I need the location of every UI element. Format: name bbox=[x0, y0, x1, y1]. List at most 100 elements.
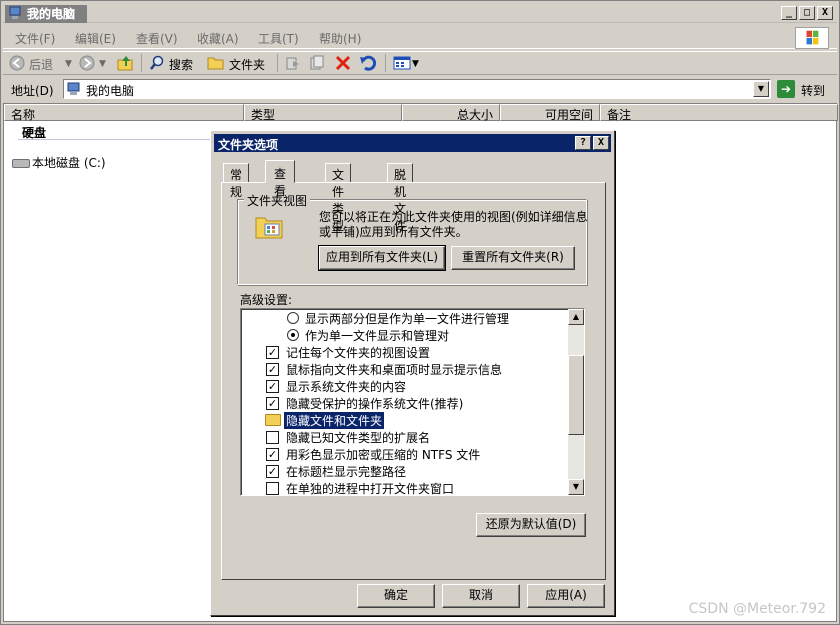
go-label: 转到 bbox=[801, 84, 826, 98]
up-folder-icon[interactable] bbox=[117, 54, 135, 72]
undo-icon[interactable] bbox=[359, 55, 377, 71]
menu-help[interactable]: 帮助(H) bbox=[319, 30, 361, 47]
views-dropdown-icon[interactable]: ▼ bbox=[412, 59, 419, 69]
checkbox[interactable]: ✓ bbox=[266, 380, 279, 393]
folders-button[interactable]: 文件夹 bbox=[229, 56, 265, 73]
checkbox[interactable] bbox=[266, 431, 279, 444]
restore-defaults-button[interactable]: 还原为默认值(D) bbox=[476, 513, 586, 537]
minimize-button[interactable]: _ bbox=[781, 6, 797, 20]
my-computer-icon bbox=[9, 6, 21, 19]
dialog-title-bar[interactable]: 文件夹选项 ? X bbox=[214, 134, 611, 152]
search-button[interactable]: 搜索 bbox=[169, 56, 193, 73]
back-button[interactable]: 后退 bbox=[29, 56, 53, 73]
checkbox[interactable]: ✓ bbox=[266, 448, 279, 461]
folder-options-dialog: 文件夹选项 ? X 常规 查看 文件类型 脱机文件 文件夹视图 您可以将正在为此… bbox=[210, 130, 615, 616]
back-dropdown-icon[interactable]: ▼ bbox=[65, 59, 72, 69]
dialog-close-button[interactable]: X bbox=[593, 136, 609, 150]
radio-button[interactable] bbox=[287, 329, 299, 341]
scroll-down-icon[interactable]: ▼ bbox=[568, 479, 584, 495]
view-tab-panel: 文件夹视图 您可以将正在为此文件夹使用的视图(例如详细信息或平铺)应用到所有文件… bbox=[221, 182, 606, 580]
my-computer-icon bbox=[67, 82, 80, 95]
help-button[interactable]: ? bbox=[575, 136, 591, 150]
toolbar-divider bbox=[385, 54, 386, 72]
list-item-label: 隐藏受保护的操作系统文件(推荐) bbox=[286, 397, 464, 411]
tab-offline-files[interactable]: 脱机文件 bbox=[387, 163, 414, 233]
scroll-thumb[interactable] bbox=[568, 355, 584, 435]
back-arrow-icon[interactable] bbox=[9, 55, 25, 71]
radio-button[interactable] bbox=[287, 312, 299, 324]
column-total-size[interactable]: 总大小 bbox=[402, 104, 500, 122]
checkbox[interactable] bbox=[266, 482, 279, 495]
windows-logo-icon bbox=[795, 27, 829, 49]
hard-drive-icon bbox=[12, 159, 30, 168]
views-icon[interactable] bbox=[393, 55, 411, 71]
ok-button[interactable]: 确定 bbox=[357, 584, 435, 608]
column-name[interactable]: 名称 bbox=[4, 104, 244, 122]
list-item-label: 隐藏文件和文件夹 bbox=[284, 412, 385, 429]
maximize-button[interactable]: □ bbox=[799, 6, 815, 20]
close-button[interactable]: X bbox=[817, 6, 833, 20]
column-comment[interactable]: 备注 bbox=[600, 104, 838, 122]
menu-bar: 文件(F) 编辑(E) 查看(V) 收藏(A) 工具(T) 帮助(H) bbox=[3, 25, 837, 49]
address-dropdown-icon[interactable]: ▼ bbox=[753, 81, 769, 97]
window-title: 我的电脑 bbox=[27, 7, 76, 21]
reset-all-folders-button[interactable]: 重置所有文件夹(R) bbox=[451, 246, 575, 270]
drive-item[interactable]: 本地磁盘 (C:) bbox=[12, 154, 106, 171]
folder-views-icon bbox=[255, 217, 283, 239]
vertical-scrollbar[interactable]: ▲ ▼ bbox=[568, 309, 584, 495]
cancel-button[interactable]: 取消 bbox=[442, 584, 520, 608]
address-label: 地址(D) bbox=[11, 84, 54, 98]
go-button[interactable]: ➔ 转到 bbox=[775, 79, 835, 99]
advanced-settings-label: 高级设置: bbox=[240, 293, 293, 307]
toolbar: 后退 ▼ ▼ 搜索 文件夹 ▼ bbox=[3, 51, 837, 75]
list-item-label: 作为单一文件显示和管理对 bbox=[305, 329, 450, 343]
menu-favorites[interactable]: 收藏(A) bbox=[197, 30, 239, 47]
tab-view[interactable]: 查看 bbox=[265, 160, 296, 198]
list-item-label: 在标题栏显示完整路径 bbox=[286, 465, 407, 479]
column-headers: 名称 类型 总大小 可用空间 备注 bbox=[4, 104, 838, 122]
list-item-label: 显示两部分但是作为单一文件进行管理 bbox=[305, 312, 510, 326]
checkbox[interactable]: ✓ bbox=[266, 346, 279, 359]
watermark: CSDN @Meteor.792 bbox=[688, 601, 826, 617]
address-bar: 地址(D) 我的电脑 ▼ ➔ 转到 bbox=[3, 77, 837, 101]
address-field[interactable]: 我的电脑 ▼ bbox=[63, 79, 771, 99]
checkbox[interactable]: ✓ bbox=[266, 465, 279, 478]
apply-to-all-folders-button[interactable]: 应用到所有文件夹(L) bbox=[318, 245, 446, 271]
forward-arrow-icon[interactable] bbox=[79, 55, 95, 71]
list-item-label: 用彩色显示加密或压缩的 NTFS 文件 bbox=[286, 448, 481, 462]
toolbar-divider bbox=[141, 54, 142, 72]
forward-dropdown-icon[interactable]: ▼ bbox=[99, 59, 106, 69]
list-item-label: 在单独的进程中打开文件夹窗口 bbox=[286, 482, 455, 496]
menu-view[interactable]: 查看(V) bbox=[136, 30, 178, 47]
copy-to-icon[interactable] bbox=[309, 55, 325, 71]
search-icon[interactable] bbox=[149, 55, 165, 71]
dialog-title: 文件夹选项 bbox=[218, 138, 279, 152]
address-value: 我的电脑 bbox=[86, 84, 135, 98]
move-to-icon[interactable] bbox=[285, 55, 301, 71]
drive-label: 本地磁盘 (C:) bbox=[32, 156, 106, 170]
folder-views-description: 您可以将正在为此文件夹使用的视图(例如详细信息或平铺)应用到所有文件夹。 bbox=[319, 210, 588, 239]
apply-button[interactable]: 应用(A) bbox=[527, 584, 605, 608]
folder-icon bbox=[265, 414, 281, 426]
delete-icon[interactable] bbox=[335, 55, 351, 71]
list-item-label: 显示系统文件夹的内容 bbox=[286, 380, 407, 394]
menu-tools[interactable]: 工具(T) bbox=[258, 30, 299, 47]
folders-icon[interactable] bbox=[207, 56, 225, 70]
list-item-label: 记住每个文件夹的视图设置 bbox=[286, 346, 431, 360]
go-arrow-icon: ➔ bbox=[777, 80, 795, 98]
tab-general[interactable]: 常规 bbox=[223, 163, 250, 199]
tab-file-types[interactable]: 文件类型 bbox=[325, 163, 352, 233]
menu-file[interactable]: 文件(F) bbox=[15, 30, 55, 47]
column-type[interactable]: 类型 bbox=[244, 104, 402, 122]
group-divider bbox=[18, 139, 238, 140]
scroll-up-icon[interactable]: ▲ bbox=[568, 309, 584, 325]
advanced-settings-list[interactable]: 显示两部分但是作为单一文件进行管理 作为单一文件显示和管理对 ✓ 记住每个文件夹… bbox=[240, 308, 585, 496]
list-item-label: 隐藏已知文件类型的扩展名 bbox=[286, 431, 431, 445]
column-free-space[interactable]: 可用空间 bbox=[500, 104, 600, 122]
title-bar[interactable]: 我的电脑 _ □ X bbox=[3, 3, 837, 23]
list-item-label: 鼠标指向文件夹和桌面项时显示提示信息 bbox=[286, 363, 503, 377]
checkbox[interactable]: ✓ bbox=[266, 397, 279, 410]
menu-edit[interactable]: 编辑(E) bbox=[75, 30, 116, 47]
checkbox[interactable]: ✓ bbox=[266, 363, 279, 376]
toolbar-divider bbox=[277, 54, 278, 72]
